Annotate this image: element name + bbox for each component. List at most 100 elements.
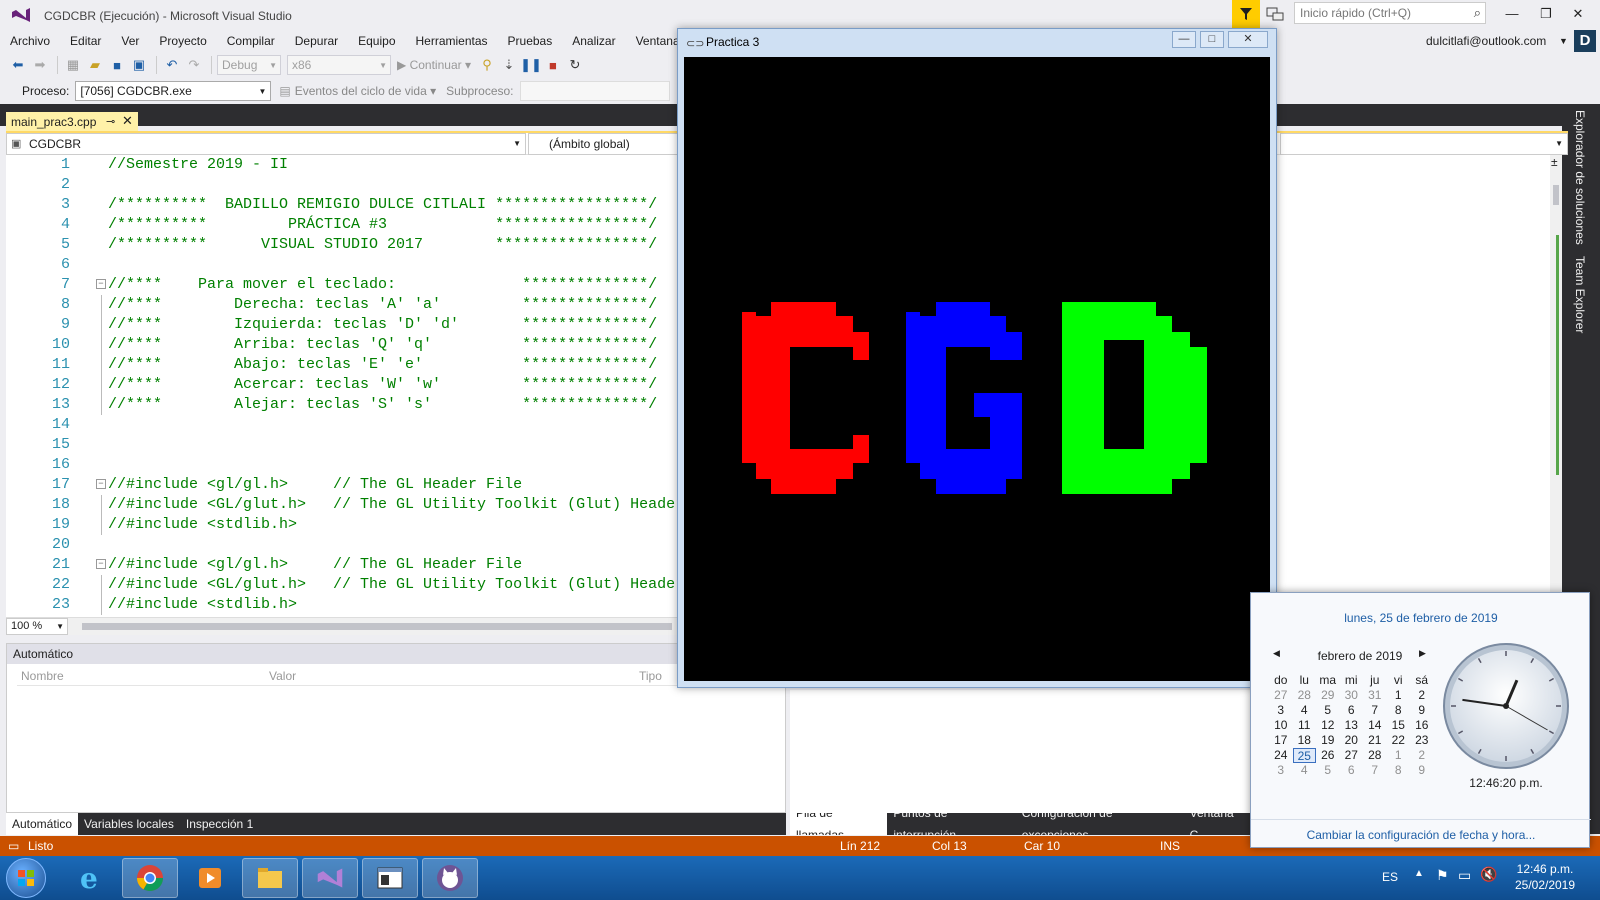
practica-minimize-button[interactable]: —	[1172, 31, 1196, 48]
menu-ver[interactable]: Ver	[111, 30, 149, 52]
menu-archivo[interactable]: Archivo	[0, 30, 60, 52]
code-line[interactable]: 18 //#include <GL/glut.h> // The GL Utili…	[6, 495, 686, 515]
calendar-day[interactable]: 21	[1363, 733, 1387, 748]
calendar-day[interactable]: 12	[1316, 718, 1340, 733]
calendar-day[interactable]: 9	[1410, 703, 1434, 718]
opengl-canvas[interactable]	[684, 57, 1270, 681]
volume-muted-icon[interactable]: 🔇	[1480, 866, 1497, 883]
avatar[interactable]: D	[1574, 30, 1596, 52]
taskbar-chrome[interactable]	[122, 858, 178, 898]
code-line[interactable]: 4 /********** PRÁCTICA #3 ***************…	[6, 215, 686, 235]
code-line[interactable]: 5 /********** VISUAL STUDIO 2017 ********…	[6, 235, 686, 255]
menu-equipo[interactable]: Equipo	[348, 30, 405, 52]
pause-icon[interactable]: ❚❚	[520, 55, 542, 75]
calendar-day[interactable]: 6	[1340, 763, 1364, 778]
new-project-icon[interactable]: ▦	[63, 55, 83, 75]
column-value[interactable]: Valor	[269, 669, 296, 683]
editor-vertical-scrollbar[interactable]: ±	[1550, 155, 1562, 617]
code-line[interactable]: 8 //**** Derecha: teclas 'A' 'a' ********…	[6, 295, 686, 315]
configuration-dropdown[interactable]: Debug ▼	[217, 55, 281, 75]
save-icon[interactable]: ■	[107, 55, 127, 75]
step-icon[interactable]: ⇣	[499, 55, 519, 75]
tab-call-stack[interactable]: Pila de llamadas	[790, 813, 888, 835]
calendar-day[interactable]: 26	[1316, 748, 1340, 763]
calendar-day[interactable]: 8	[1387, 703, 1411, 718]
process-dropdown[interactable]: [7056] CGDCBR.exe ▼	[75, 81, 272, 101]
tab-breakpoints[interactable]: Puntos de interrupción	[887, 813, 1015, 835]
zoom-dropdown[interactable]: 100 % ▼	[6, 618, 68, 635]
calendar-day[interactable]: 10	[1269, 718, 1293, 733]
calendar-day[interactable]: 4	[1293, 703, 1317, 718]
member-dropdown[interactable]: ▼	[1280, 133, 1568, 155]
calendar-day[interactable]: 7	[1363, 763, 1387, 778]
code-line[interactable]: 20	[6, 535, 686, 555]
undo-icon[interactable]: ↶	[162, 55, 182, 75]
minimize-button[interactable]: —	[1500, 6, 1524, 21]
collapse-icon[interactable]: −	[96, 559, 106, 569]
calendar-day[interactable]: 29	[1316, 688, 1340, 703]
document-tab[interactable]: main_prac3.cpp ⊸ ✕	[6, 112, 138, 132]
calendar-day[interactable]: 2	[1410, 688, 1434, 703]
practica-window[interactable]: ⊂⊃ Practica 3 — □ ✕	[677, 28, 1277, 688]
taskbar-internet-explorer[interactable]: e	[62, 858, 118, 898]
taskbar-visual-studio[interactable]	[302, 858, 358, 898]
search-debug-icon[interactable]: ⚲	[477, 55, 497, 75]
calendar-day[interactable]: 27	[1269, 688, 1293, 703]
continue-button[interactable]: ▶ Continuar ▾	[397, 58, 471, 72]
calendar-day[interactable]: 11	[1293, 718, 1317, 733]
pin-icon[interactable]: ⊸	[106, 115, 115, 128]
column-name[interactable]: Nombre	[21, 669, 64, 683]
account-name[interactable]: dulcitlafi@outlook.com	[1426, 34, 1546, 48]
calendar-day[interactable]: 5	[1316, 763, 1340, 778]
scope-dropdown[interactable]: (Ámbito global)	[528, 133, 693, 155]
tab-exception-settings[interactable]: Configuración de excepciones	[1016, 813, 1184, 835]
lifecycle-events-dropdown[interactable]: Eventos del ciclo de vida ▾	[295, 84, 436, 98]
platform-dropdown[interactable]: x86 ▼	[287, 55, 391, 75]
open-folder-icon[interactable]: ▰	[85, 55, 105, 75]
menu-herramientas[interactable]: Herramientas	[406, 30, 498, 52]
code-line[interactable]: 21 −//#include <gl/gl.h> // The GL Header…	[6, 555, 686, 575]
code-line[interactable]: 2	[6, 175, 686, 195]
full-date-link[interactable]: lunes, 25 de febrero de 2019	[1251, 611, 1591, 625]
calendar-day[interactable]: 23	[1410, 733, 1434, 748]
taskbar-console-app[interactable]	[362, 858, 418, 898]
calendar-day[interactable]: 16	[1410, 718, 1434, 733]
tray-language[interactable]: ES	[1382, 870, 1398, 884]
menu-analizar[interactable]: Analizar	[562, 30, 625, 52]
menu-depurar[interactable]: Depurar	[285, 30, 348, 52]
forward-icon[interactable]: ➡	[30, 55, 50, 75]
calendar-day[interactable]: 7	[1363, 703, 1387, 718]
calendar-day[interactable]: 6	[1340, 703, 1364, 718]
code-line[interactable]: 3 /********** BADILLO REMIGIO DULCE CITLA…	[6, 195, 686, 215]
calendar-day[interactable]: 19	[1316, 733, 1340, 748]
tray-clock[interactable]: 12:46 p.m. 25/02/2019	[1502, 861, 1588, 893]
quick-launch-input[interactable]: Inicio rápido (Ctrl+Q) ⌕	[1294, 2, 1486, 24]
calendar-day[interactable]: 13	[1340, 718, 1364, 733]
menu-proyecto[interactable]: Proyecto	[149, 30, 216, 52]
tab-team-explorer[interactable]: Team Explorer	[1573, 256, 1587, 333]
calendar-day[interactable]: 15	[1387, 718, 1411, 733]
calendar-day[interactable]: 1	[1387, 688, 1411, 703]
calendar-day[interactable]: 8	[1387, 763, 1411, 778]
start-button[interactable]	[6, 858, 46, 898]
thread-dropdown[interactable]	[519, 81, 670, 101]
code-line[interactable]: 7 −//**** Para mover el teclado: ********…	[6, 275, 686, 295]
calendar-day[interactable]: 31	[1363, 688, 1387, 703]
action-center-flag-icon[interactable]: ⚑	[1436, 867, 1449, 884]
calendar-day[interactable]: 18	[1293, 733, 1317, 748]
calendar-day[interactable]: 22	[1387, 733, 1411, 748]
collapse-icon[interactable]: −	[96, 479, 106, 489]
next-month-icon[interactable]: ▶	[1419, 648, 1426, 659]
code-line[interactable]: 12 //**** Acercar: teclas 'W' 'w' *******…	[6, 375, 686, 395]
notification-filter-icon[interactable]	[1232, 0, 1260, 28]
taskbar-github[interactable]	[422, 858, 478, 898]
back-icon[interactable]: ⬅	[8, 55, 28, 75]
code-line[interactable]: 6	[6, 255, 686, 275]
split-icon[interactable]: ±	[1551, 155, 1558, 169]
menu-editar[interactable]: Editar	[60, 30, 111, 52]
code-line[interactable]: 19 //#include <stdlib.h>	[6, 515, 686, 535]
save-all-icon[interactable]: ▣	[129, 55, 149, 75]
menu-pruebas[interactable]: Pruebas	[498, 30, 563, 52]
taskbar-file-explorer[interactable]	[242, 858, 298, 898]
code-line[interactable]: 16	[6, 455, 686, 475]
